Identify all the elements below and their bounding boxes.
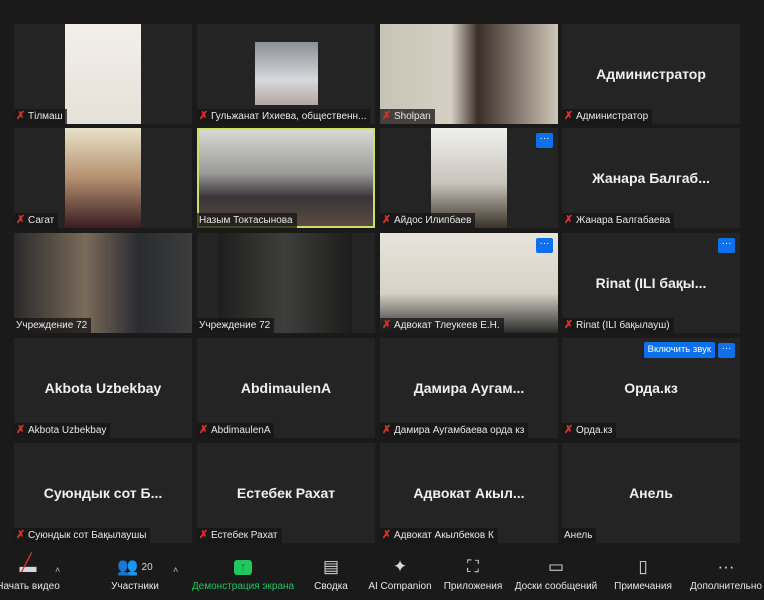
participant-tile[interactable]: ✗ Sholpan xyxy=(380,24,558,124)
summary-icon: ▤ xyxy=(322,557,340,576)
participant-name-label: ✗ Сагат xyxy=(14,213,59,228)
participants-options-caret[interactable]: ˄ xyxy=(173,565,178,575)
participant-tile[interactable]: Rinat (ILI бақы... ✗ Rinat (ILI бақылауш) ·… xyxy=(562,233,740,333)
participant-name-label: ✗ Айдос Илипбаев xyxy=(380,213,476,228)
participant-name-label: ✗ Администратор xyxy=(562,109,653,124)
meeting-toolbar: ▬ ╱ Начать видео ˄ 👥 20 Участники ˄ ↑ Демо… xyxy=(0,553,764,600)
participant-tile[interactable]: Адвокат Акыл... ✗ Адвокат Акылбеков К xyxy=(380,443,558,543)
mic-muted-icon: ✗ xyxy=(564,424,574,436)
participant-video xyxy=(199,130,373,226)
participant-tile[interactable]: Анель Анель xyxy=(562,443,740,543)
share-screen-icon: ↑ xyxy=(234,559,252,575)
participant-name-label: ✗ Гульжанат Ихиева, общественн... xyxy=(197,109,371,124)
participant-tile[interactable]: Учреждение 72 xyxy=(14,233,192,333)
participant-tile[interactable]: Учреждение 72 xyxy=(197,233,375,333)
notes-icon: ▯ xyxy=(638,557,648,576)
participant-display-name: AbdimaulenA xyxy=(240,380,332,396)
mic-muted-icon: ✗ xyxy=(199,529,209,541)
share-screen-button[interactable]: ↑ Демонстрация экрана xyxy=(190,553,296,600)
mic-muted-icon: ✗ xyxy=(16,529,26,541)
mic-muted-icon: ✗ xyxy=(16,110,26,122)
mic-muted-icon: ✗ xyxy=(564,110,574,122)
participant-display-name: Естебек Рахат xyxy=(236,485,336,501)
mic-muted-icon: ✗ xyxy=(16,424,26,436)
participant-video xyxy=(65,24,141,124)
participant-name-label: ✗ Rinat (ILI бақылауш) xyxy=(562,318,674,333)
participant-name-label: ✗ Адвокат Акылбеков К xyxy=(380,528,498,543)
participant-name-label: Назым Токтасынова xyxy=(197,213,297,228)
tile-more-button[interactable]: ··· xyxy=(536,238,553,253)
participant-name-label: ✗ Sholpan xyxy=(380,109,435,124)
mic-muted-icon: ✗ xyxy=(564,319,574,331)
participant-video xyxy=(65,128,141,228)
participant-tile[interactable]: ✗ Гульжанат Ихиева, общественн... xyxy=(197,24,375,124)
more-icon: ··· xyxy=(717,557,735,576)
mic-muted-icon: ✗ xyxy=(16,214,26,226)
video-options-caret[interactable]: ˄ xyxy=(55,565,60,575)
mic-muted-icon: ✗ xyxy=(382,214,392,226)
participant-name-label: ✗ Адвокат Тлеукеев Е.Н. xyxy=(380,318,504,333)
ai-companion-button[interactable]: ✦ AI Companion xyxy=(366,553,434,600)
participant-tile[interactable]: Назым Токтасынова xyxy=(197,128,375,228)
mic-muted-icon: ✗ xyxy=(382,319,392,331)
participant-video xyxy=(255,42,318,105)
summary-button[interactable]: ▤ Сводка xyxy=(308,553,354,600)
participant-display-name: Rinat (ILI бақы... xyxy=(595,275,707,291)
mic-muted-icon: ✗ xyxy=(382,529,392,541)
participant-tile[interactable]: Орда.кз ✗ Орда.кз Включить звук ··· xyxy=(562,338,740,438)
apps-button[interactable]: ⛶ Приложения xyxy=(440,553,506,600)
participant-tile[interactable]: Суюндык сот Б... ✗ Суюндык сот Бақылаушы xyxy=(14,443,192,543)
participant-tile[interactable]: AbdimaulenA ✗ AbdimaulenA xyxy=(197,338,375,438)
participants-icon: 👥 xyxy=(117,557,139,576)
participant-tile[interactable]: Akbota Uzbekbay ✗ Akbota Uzbekbay xyxy=(14,338,192,438)
participant-tile[interactable]: Естебек Рахат ✗ Естебек Рахат xyxy=(197,443,375,543)
tile-more-button[interactable]: ··· xyxy=(718,343,735,358)
participant-name-label: ✗ Тілмаш xyxy=(14,109,67,124)
participant-tile[interactable]: ✗ Сагат xyxy=(14,128,192,228)
participant-name-label: ✗ Akbota Uzbekbay xyxy=(14,423,111,438)
tile-more-button[interactable]: ··· xyxy=(718,238,735,253)
more-button[interactable]: ··· Дополнительно xyxy=(686,553,764,600)
unmute-request-button[interactable]: Включить звук xyxy=(643,342,715,358)
sparkle-icon: ✦ xyxy=(392,557,408,576)
participant-tile[interactable]: Жанара Балгаб... ✗ Жанара Балгабаева xyxy=(562,128,740,228)
participant-display-name: Жанара Балгаб... xyxy=(592,170,710,186)
mic-muted-icon: ✗ xyxy=(382,110,392,122)
whiteboards-button[interactable]: ▭ Доски сообщений xyxy=(512,553,600,600)
mic-muted-icon: ✗ xyxy=(382,424,392,436)
participant-name-label: Учреждение 72 xyxy=(14,318,92,333)
participant-name-label: Учреждение 72 xyxy=(197,318,275,333)
participants-button[interactable]: 👥 20 Участники xyxy=(104,553,166,600)
participant-display-name: Akbota Uzbekbay xyxy=(44,380,162,396)
mic-muted-icon: ✗ xyxy=(199,424,209,436)
whiteboard-icon: ▭ xyxy=(547,557,565,576)
participant-name-label: ✗ Орда.кз xyxy=(562,423,617,438)
tile-more-button[interactable]: ··· xyxy=(536,133,553,148)
participant-name-label: ✗ Жанара Балгабаева xyxy=(562,213,675,228)
participant-tile[interactable]: ✗ Айдос Илипбаев ··· xyxy=(380,128,558,228)
participant-name-label: ✗ Дамира Аугамбаева орда кз xyxy=(380,423,529,438)
participant-name-label: ✗ Естебек Рахат xyxy=(197,528,282,543)
start-video-button[interactable]: ▬ ╱ Начать видео xyxy=(0,553,68,600)
participant-display-name: Дамира Аугам... xyxy=(413,380,525,396)
participant-name-label: ✗ Суюндык сот Бақылаушы xyxy=(14,528,151,543)
participant-display-name: Адвокат Акыл... xyxy=(413,485,525,501)
apps-icon: ⛶ xyxy=(467,557,479,576)
participant-display-name: Орда.кз xyxy=(624,380,678,396)
participant-display-name: Администратор xyxy=(596,66,706,82)
participant-display-name: Анель xyxy=(629,485,673,501)
participant-tile[interactable]: ✗ Тілмаш xyxy=(14,24,192,124)
mic-muted-icon: ✗ xyxy=(564,214,574,226)
participant-name-label: ✗ AbdimaulenA xyxy=(197,423,275,438)
participant-name-label: Анель xyxy=(562,528,597,543)
participant-display-name: Суюндык сот Б... xyxy=(43,485,163,501)
notes-button[interactable]: ▯ Примечания xyxy=(610,553,676,600)
participant-tile[interactable]: Дамира Аугам... ✗ Дамира Аугамбаева орда к… xyxy=(380,338,558,438)
mic-muted-icon: ✗ xyxy=(199,110,209,122)
participant-tile[interactable]: ✗ Адвокат Тлеукеев Е.Н. ··· xyxy=(380,233,558,333)
participant-tile[interactable]: Администратор ✗ Администратор xyxy=(562,24,740,124)
